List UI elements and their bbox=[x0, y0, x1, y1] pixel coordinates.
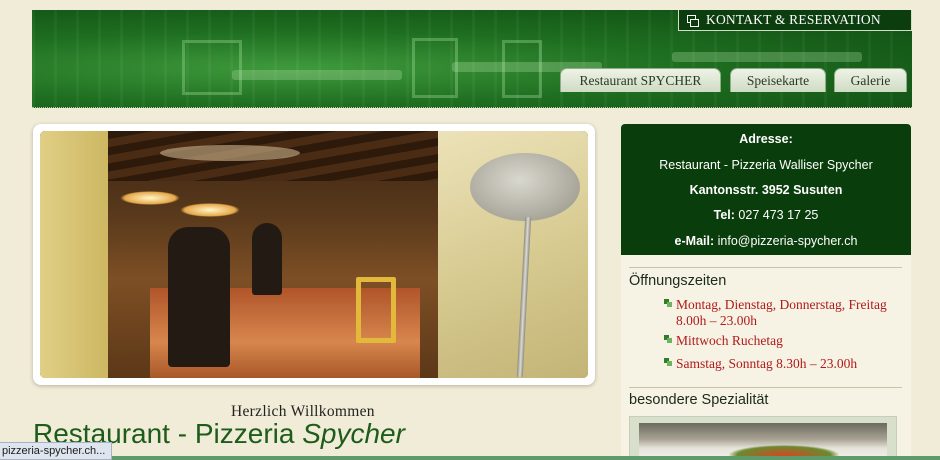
contact-icon bbox=[687, 14, 699, 27]
hours-item-text: Samstag, Sonntag 8.30h – 23.00h bbox=[676, 356, 858, 371]
hours-item: Samstag, Sonntag 8.30h – 23.00h bbox=[664, 356, 906, 372]
page-title-italic: Spycher bbox=[302, 418, 405, 449]
bullet-icon bbox=[664, 358, 673, 367]
address-street: Kantonsstr. 3952 Susuten bbox=[689, 183, 843, 197]
photo-ceiling-fan bbox=[160, 145, 300, 161]
photo-lamp bbox=[120, 191, 180, 205]
hours-item-text: Mittwoch Ruchetag bbox=[676, 333, 783, 348]
photo-lamp bbox=[180, 203, 240, 217]
hours-item: Montag, Dienstag, Donnerstag, Freitag 8.… bbox=[664, 297, 906, 329]
contact-reservation-tab[interactable]: KONTAKT & RESERVATION bbox=[678, 10, 912, 31]
status-bar-url: pizzeria-spycher.ch... bbox=[0, 442, 113, 460]
phone-number: 027 473 17 25 bbox=[734, 208, 819, 222]
restaurant-interior-photo bbox=[40, 131, 588, 378]
opening-hours-heading: Öffnungszeiten bbox=[629, 273, 727, 289]
address-name: Restaurant - Pizzeria Walliser Spycher bbox=[659, 158, 873, 172]
nav-tab-label: Galerie bbox=[850, 72, 891, 88]
photo-left-wall bbox=[40, 131, 108, 378]
photo-person bbox=[252, 223, 282, 295]
specialty-dish-photo bbox=[639, 423, 887, 459]
divider bbox=[629, 267, 902, 268]
banner-table-shape bbox=[232, 70, 402, 80]
phone-label: Tel: bbox=[713, 208, 735, 222]
contact-tab-label: KONTAKT & RESERVATION bbox=[706, 12, 881, 27]
nav-tab-galerie[interactable]: Galerie bbox=[834, 68, 907, 92]
banner-table-shape bbox=[672, 52, 862, 62]
divider bbox=[629, 387, 902, 388]
hours-item: Mittwoch Ruchetag bbox=[664, 333, 906, 349]
hours-item-text: Montag, Dienstag, Donnerstag, Freitag 8.… bbox=[676, 297, 887, 328]
address-box: Adresse: Restaurant - Pizzeria Walliser … bbox=[621, 124, 911, 255]
photo-pizza-peel bbox=[470, 153, 580, 221]
nav-tab-label: Restaurant SPYCHER bbox=[579, 72, 702, 88]
specialty-heading: besondere Spezialität bbox=[629, 392, 769, 408]
nav-tab-label: Speisekarte bbox=[746, 72, 810, 88]
bullet-icon bbox=[664, 335, 673, 344]
nav-tab-speisekarte[interactable]: Speisekarte bbox=[730, 68, 826, 92]
email-link[interactable]: info@pizzeria-spycher.ch bbox=[714, 234, 858, 248]
specialty-photo-frame bbox=[629, 416, 897, 460]
photo-yellow-chair bbox=[356, 277, 396, 343]
bullet-icon bbox=[664, 299, 673, 308]
address-heading: Adresse: bbox=[739, 132, 793, 146]
email-label: e-Mail: bbox=[674, 234, 715, 248]
restaurant-photo-frame bbox=[33, 124, 595, 385]
bottom-strip bbox=[100, 456, 940, 460]
photo-person bbox=[168, 227, 230, 367]
nav-tab-restaurant[interactable]: Restaurant SPYCHER bbox=[560, 68, 721, 92]
banner-chair-shape bbox=[182, 40, 242, 95]
